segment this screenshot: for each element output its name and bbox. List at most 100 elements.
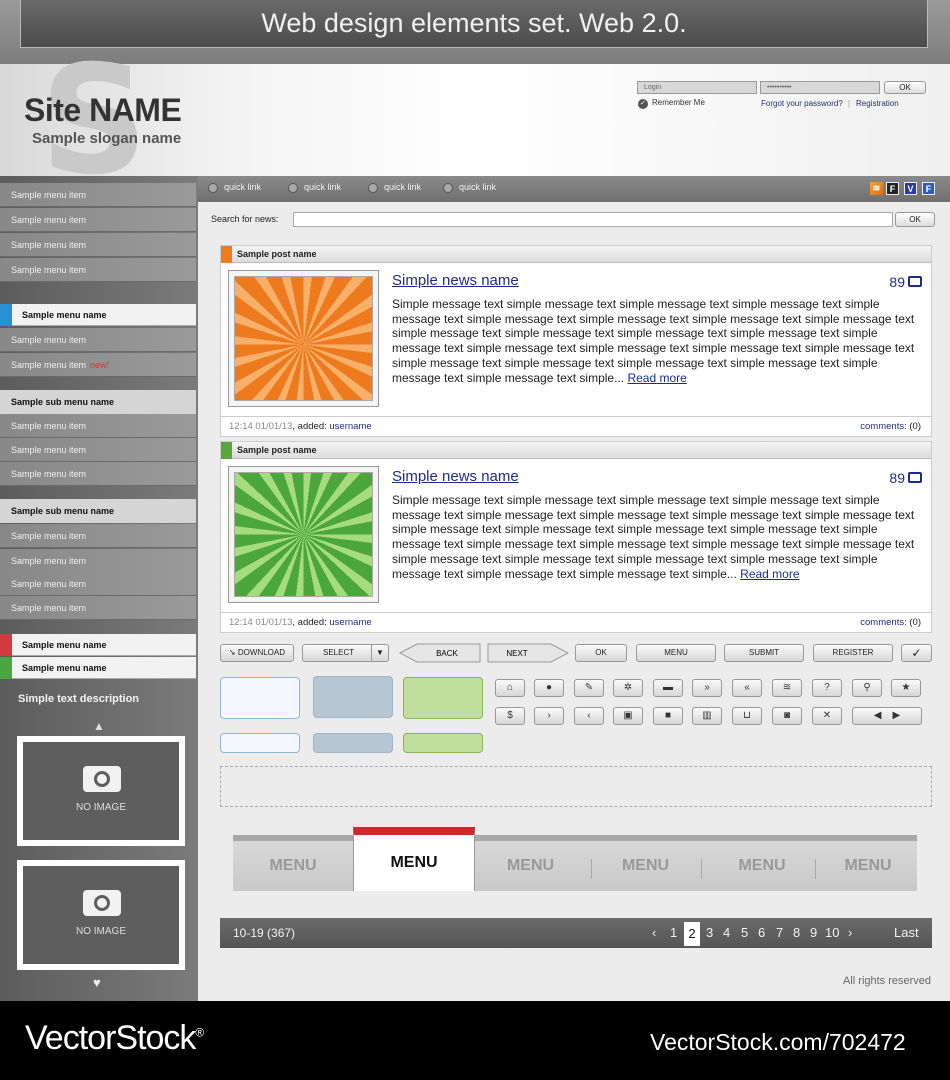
sidebar-menu-item[interactable]: Sample menu item	[0, 328, 196, 352]
quick-link[interactable]: quick link	[443, 182, 496, 193]
search-ok-button[interactable]: OK	[895, 212, 935, 227]
password-input[interactable]: ••••••••••	[760, 81, 880, 94]
lock-icon[interactable]: ■	[653, 707, 683, 725]
page-link[interactable]: 9	[810, 925, 817, 940]
tab-menu[interactable]: MENU	[233, 841, 353, 891]
sidebar-menu-item[interactable]: Sample menu item	[0, 549, 196, 573]
back-button[interactable]: BACK	[399, 643, 481, 663]
save-icon[interactable]: ▣	[613, 707, 643, 725]
tab-menu[interactable]: MENU	[703, 841, 821, 891]
close-icon[interactable]: ✕	[812, 707, 842, 725]
sidebar-menu-active[interactable]: Sample menu name	[0, 634, 196, 656]
page-link[interactable]: 5	[741, 925, 748, 940]
comment-icon[interactable]: ▬	[653, 679, 683, 697]
check-button[interactable]: ✓	[901, 644, 932, 662]
post-title-link[interactable]: Simple news name	[392, 468, 519, 485]
download-button[interactable]: ➘ DOWNLOAD	[220, 644, 294, 662]
page-current[interactable]: 2	[684, 922, 700, 946]
user-icon[interactable]: ●	[534, 679, 564, 697]
friendfeed-icon[interactable]: F	[922, 182, 935, 195]
last-page-link[interactable]: Last	[894, 925, 919, 940]
login-input[interactable]: Login	[637, 81, 757, 94]
input-green[interactable]	[403, 733, 483, 753]
tab-menu[interactable]: MENU	[588, 841, 703, 891]
forgot-password-link[interactable]: Forgot your password?	[761, 99, 843, 108]
page-link[interactable]: 8	[793, 925, 800, 940]
sidebar-menu-item[interactable]: Sample menu item	[0, 438, 196, 462]
question-icon[interactable]: ?	[812, 679, 842, 697]
sidebar-menu-item[interactable]: Sample menu item	[0, 462, 196, 486]
page-link[interactable]: 1	[670, 925, 677, 940]
post-image[interactable]	[228, 466, 379, 603]
chevron-left-icon[interactable]: ‹	[574, 707, 604, 725]
rss-icon[interactable]: ≋	[870, 182, 883, 195]
sidebar-submenu-header[interactable]: Sample sub menu name	[0, 499, 196, 523]
quick-link[interactable]: quick link	[288, 182, 341, 193]
star-icon[interactable]: ★	[891, 679, 921, 697]
camera-icon[interactable]: ◙	[772, 707, 802, 725]
post-title-link[interactable]: Simple news name	[392, 272, 519, 289]
submit-button[interactable]: SUBMIT	[724, 644, 804, 662]
login-ok-button[interactable]: OK	[884, 81, 926, 94]
sidebar-menu-item[interactable]: Sample menu item	[0, 258, 196, 282]
site-name[interactable]: Site NAME	[24, 92, 182, 129]
comment-icon[interactable]	[908, 276, 922, 287]
prev-page-icon[interactable]: ‹	[652, 925, 656, 940]
sidebar-menu-active[interactable]: Sample menu name	[0, 304, 196, 326]
page-link[interactable]: 4	[723, 925, 730, 940]
tab-menu[interactable]: MENU	[813, 841, 923, 891]
sidebar-submenu-header[interactable]: Sample sub menu name	[0, 390, 196, 414]
sidebar-menu-item[interactable]: Sample menu item	[0, 596, 196, 620]
ok-button[interactable]: OK	[575, 644, 627, 662]
sidebar-menu-active[interactable]: Sample menu name	[0, 657, 196, 679]
comments-link[interactable]: comments: (0)	[860, 613, 921, 633]
prev-next-icon[interactable]: ◀ ▶	[852, 707, 922, 725]
comments-link[interactable]: comments: (0)	[860, 417, 921, 437]
page-link[interactable]: 7	[776, 925, 783, 940]
read-more-link[interactable]: Read more	[740, 567, 799, 581]
double-up-icon[interactable]: «	[732, 679, 762, 697]
post-image[interactable]	[228, 270, 379, 407]
tab-menu-active[interactable]: MENU	[353, 827, 475, 891]
page-link[interactable]: 10	[825, 925, 839, 940]
quick-link[interactable]: quick link	[368, 182, 421, 193]
registration-link[interactable]: Registration	[856, 99, 899, 108]
scroll-up-icon[interactable]: ▲	[93, 719, 105, 733]
author-link[interactable]: username	[329, 421, 371, 432]
register-button[interactable]: REGISTER	[813, 644, 893, 662]
menu-button[interactable]: MENU	[636, 644, 716, 662]
author-link[interactable]: username	[329, 617, 371, 628]
rss-icon[interactable]: ≋	[772, 679, 802, 697]
gear-icon[interactable]: ✲	[613, 679, 643, 697]
sidebar-menu-item[interactable]: Sample menu item	[0, 208, 196, 232]
input-grey[interactable]	[313, 733, 393, 753]
vimeo-icon[interactable]: V	[904, 182, 917, 195]
next-button[interactable]: NEXT	[487, 643, 569, 663]
input-blue[interactable]	[220, 733, 300, 753]
facebook-icon[interactable]: F	[886, 182, 899, 195]
chevron-right-icon[interactable]: ›	[534, 707, 564, 725]
select-dropdown[interactable]: SELECT ▼	[302, 644, 389, 662]
sidebar-menu-item[interactable]: Sample menu item	[0, 233, 196, 257]
sidebar-menu-item-new[interactable]: Sample menu item new!	[0, 353, 196, 377]
cart-icon[interactable]: ⊔	[732, 707, 762, 725]
sidebar-menu-item[interactable]: Sample menu item	[0, 183, 196, 207]
remember-me-checkbox[interactable]: ✓ Remember Me	[638, 98, 705, 109]
quick-link[interactable]: quick link	[208, 182, 261, 193]
home-icon[interactable]: ⌂	[495, 679, 525, 697]
read-more-link[interactable]: Read more	[627, 371, 686, 385]
double-down-icon[interactable]: »	[692, 679, 722, 697]
page-link[interactable]: 6	[758, 925, 765, 940]
heart-icon[interactable]: ♥	[93, 975, 101, 990]
sidebar-menu-item[interactable]: Sample menu item	[0, 524, 196, 548]
sidebar-menu-item[interactable]: Sample menu item	[0, 572, 196, 596]
search-icon[interactable]: ⚲	[852, 679, 882, 697]
dollar-icon[interactable]: $	[495, 707, 525, 725]
page-link[interactable]: 3	[706, 925, 713, 940]
next-page-icon[interactable]: ›	[848, 925, 852, 940]
tab-menu[interactable]: MENU	[473, 841, 588, 891]
pencil-icon[interactable]: ✎	[574, 679, 604, 697]
sidebar-menu-item[interactable]: Sample menu item	[0, 414, 196, 438]
search-input[interactable]	[293, 212, 893, 227]
comment-icon[interactable]	[908, 472, 922, 483]
